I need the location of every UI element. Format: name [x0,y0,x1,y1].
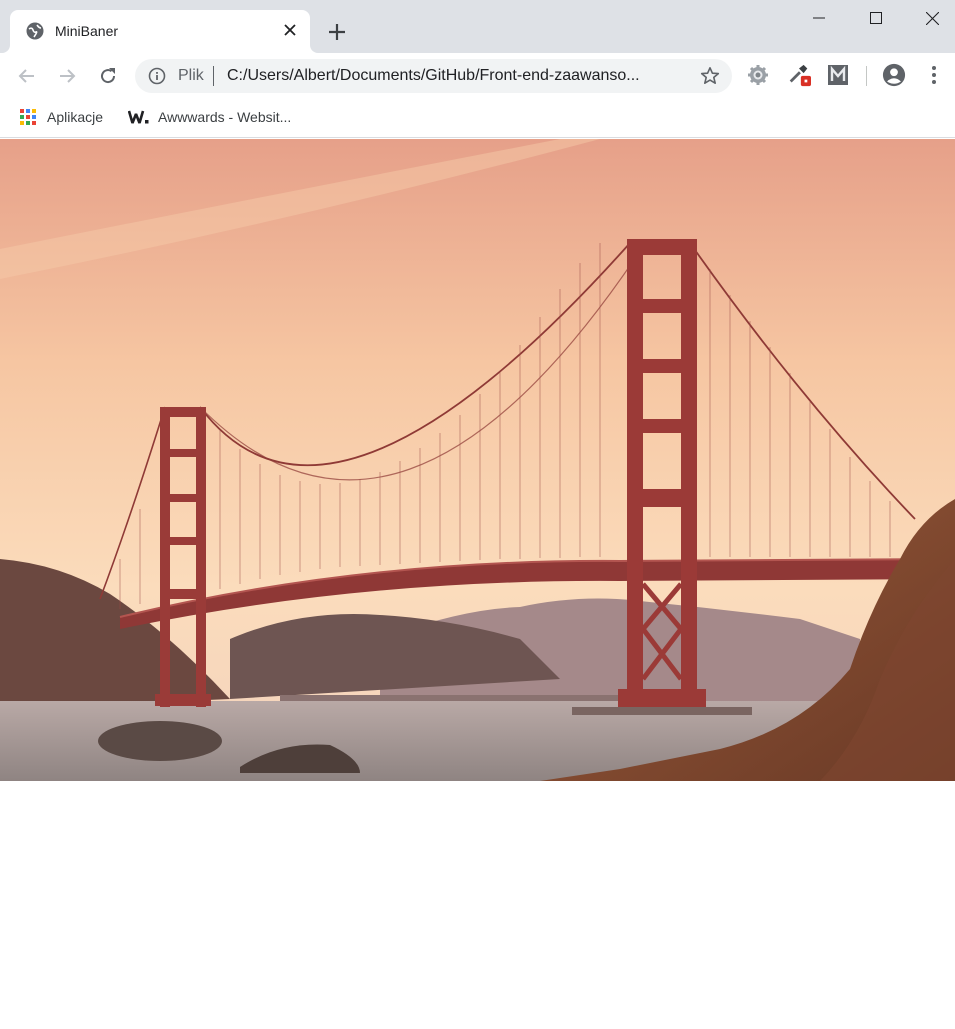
m-extension-icon [828,65,848,85]
info-icon[interactable] [148,67,166,85]
close-window-button[interactable] [909,0,955,36]
scheme-label: Plik [178,67,204,84]
star-icon[interactable] [700,66,720,86]
maximize-icon [870,12,882,24]
back-button[interactable] [14,63,40,89]
bookmark-apps[interactable]: Aplikacje [19,107,103,127]
address-bar[interactable]: Plik C:/Users/Albert/Documents/GitHub/Fr… [135,59,732,93]
globe-icon [26,22,44,40]
tab-title: MiniBaner [55,23,119,39]
gear-extension-button[interactable] [746,63,770,87]
account-icon [882,63,906,87]
browser-toolbar: Plik C:/Users/Albert/Documents/GitHub/Fr… [0,53,955,99]
bookmark-awwwards[interactable]: Awwwards - Websit... [128,107,291,127]
forward-button[interactable] [54,63,80,89]
omnibox-divider [213,66,214,86]
url-text[interactable]: C:/Users/Albert/Documents/GitHub/Front-e… [227,67,692,85]
bookmarks-bar: Aplikacje Awwwards - Websit... [0,99,955,138]
bookmark-label: Awwwards - Websit... [158,109,292,125]
apps-grid-icon [20,109,36,125]
close-icon[interactable] [282,22,298,38]
page-content [0,139,955,1029]
reload-icon [101,68,116,84]
menu-button[interactable] [922,63,946,87]
minimize-button[interactable] [796,0,842,36]
color-picker-extension-button[interactable] [787,63,811,87]
maximize-button[interactable] [853,0,899,36]
minimize-icon [813,17,825,19]
bookmark-label: Aplikacje [47,109,104,125]
kebab-menu-icon [932,66,936,84]
new-tab-icon[interactable] [325,20,349,44]
tab-minibaner[interactable]: MiniBaner [10,10,310,53]
gear-extension-icon [748,65,768,85]
golden-gate-bridge-photo [0,139,955,781]
m-extension-button[interactable] [826,63,850,87]
arrow-forward-icon [60,69,76,83]
awwwards-logo-icon [128,110,149,124]
color-picker-extension-icon [789,64,811,87]
toolbar-divider [866,66,867,86]
close-icon [925,11,939,25]
tab-strip: MiniBaner [0,0,955,53]
reload-button[interactable] [95,63,121,89]
arrow-back-icon [18,69,34,83]
profile-button[interactable] [882,63,906,87]
